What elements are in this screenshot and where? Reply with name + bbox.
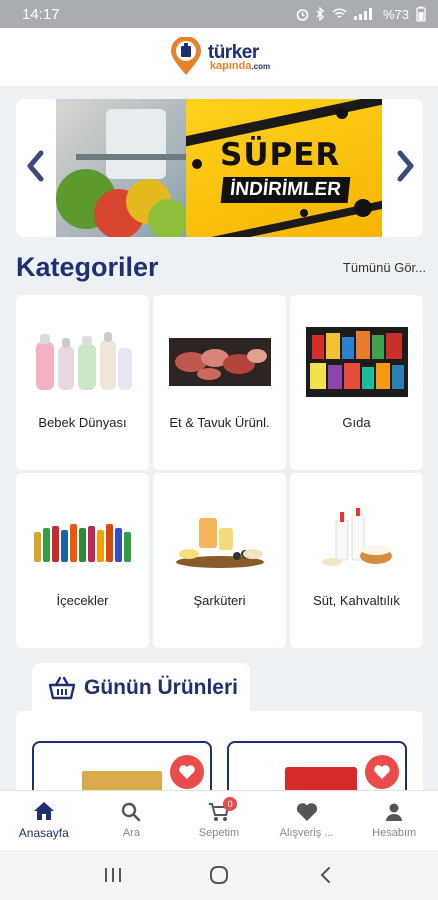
logo-sub-text: kapında.com xyxy=(208,59,271,72)
nav-home[interactable]: Anasayfa xyxy=(0,791,88,850)
heart-icon xyxy=(296,803,317,821)
search-icon xyxy=(122,802,141,822)
category-label: İçecekler xyxy=(56,593,109,608)
categories-header: Kategoriler Tümünü Gör... xyxy=(16,252,426,283)
cart-badge: 0 xyxy=(223,797,238,811)
banner-headline: SÜPER xyxy=(220,137,341,173)
nav-label: Alışveriş ... xyxy=(279,827,334,839)
logo-sub-word: kapında xyxy=(209,59,252,72)
favorite-button[interactable] xyxy=(365,755,399,789)
banner-subline: İNDİRİMLER xyxy=(220,177,351,203)
nav-cart[interactable]: 0 Sepetim xyxy=(175,791,263,850)
category-label: Gıda xyxy=(342,415,371,430)
nav-search[interactable]: Ara xyxy=(88,791,176,850)
meat-image xyxy=(169,338,271,386)
favorite-button[interactable] xyxy=(170,755,204,789)
back-icon xyxy=(320,867,330,883)
category-card-bebek[interactable]: Bebek Dünyası xyxy=(16,295,149,470)
baby-bottles-image xyxy=(36,332,132,390)
logo-pin-icon xyxy=(170,37,201,75)
status-bar: 14:17 %73 xyxy=(0,0,438,28)
logo[interactable]: türker kapında.com xyxy=(168,37,270,77)
categories-title: Kategoriler xyxy=(16,252,159,282)
category-label: Şarküteri xyxy=(193,593,246,608)
alarm-icon xyxy=(296,8,309,21)
signal-icon xyxy=(353,8,372,20)
status-icons: %73 xyxy=(296,6,426,22)
category-card-icecekler[interactable]: İçecekler xyxy=(16,473,149,648)
chevron-left-icon xyxy=(27,150,44,182)
wifi-icon xyxy=(332,8,347,18)
category-label: Bebek Dünyası xyxy=(38,415,127,430)
sale-graphic: SÜPER İNDİRİMLER xyxy=(186,99,382,237)
bottom-navigation: Anasayfa Ara 0 Sepetim Alışveriş ... Hes… xyxy=(0,790,438,850)
nav-label: Anasayfa xyxy=(18,826,69,840)
nav-label: Hesabım xyxy=(372,827,417,839)
app-header: türker kapında.com xyxy=(0,28,438,86)
shopping-cart-photo xyxy=(56,99,186,237)
logo-tld: .com xyxy=(251,61,271,71)
category-label: Et & Tavuk Ürünl. xyxy=(169,415,270,430)
see-all-link[interactable]: Tümünü Gör... xyxy=(343,260,426,275)
bluetooth-icon xyxy=(316,7,324,21)
daily-products-panel xyxy=(16,711,423,801)
category-card-gida[interactable]: Gıda xyxy=(290,295,423,470)
category-card-et-tavuk[interactable]: Et & Tavuk Ürünl. xyxy=(153,295,286,470)
nav-shopping-list[interactable]: Alışveriş ... xyxy=(263,791,351,850)
chevron-right-icon xyxy=(397,150,414,182)
promo-banner-carousel[interactable]: SÜPER İNDİRİMLER xyxy=(16,99,423,237)
home-icon xyxy=(33,802,54,820)
user-icon xyxy=(386,803,403,821)
basket-icon xyxy=(48,676,76,700)
heart-icon xyxy=(374,765,390,779)
status-time: 14:17 xyxy=(22,5,60,23)
category-label: Süt, Kahvaltılık xyxy=(313,593,400,608)
daily-products-tab: Günün Ürünleri xyxy=(32,663,250,713)
nav-label: Ara xyxy=(122,827,140,839)
heart-icon xyxy=(179,765,195,779)
banner-prev-button[interactable] xyxy=(20,143,50,189)
category-card-sut[interactable]: Süt, Kahvaltılık xyxy=(290,473,423,648)
battery-icon xyxy=(416,6,426,22)
banner-next-button[interactable] xyxy=(391,143,421,189)
category-card-sarkuteri[interactable]: Şarküteri xyxy=(153,473,286,648)
nav-label: Sepetim xyxy=(198,827,240,839)
dairy-image xyxy=(322,508,392,566)
daily-products-title: Günün Ürünleri xyxy=(84,676,238,699)
system-navigation-bar xyxy=(0,850,438,900)
groceries-image xyxy=(306,327,408,397)
home-circle-icon xyxy=(210,866,228,884)
deli-image xyxy=(176,518,264,568)
battery-level: %73 xyxy=(382,6,409,22)
nav-account[interactable]: Hesabım xyxy=(350,791,438,850)
category-grid: Bebek Dünyası Et & Tavuk Ürünl. Gıda İçe… xyxy=(16,295,423,648)
back-button[interactable] xyxy=(305,855,345,895)
recent-apps-icon xyxy=(105,868,121,882)
home-button[interactable] xyxy=(199,855,239,895)
promo-banner-image[interactable]: SÜPER İNDİRİMLER xyxy=(56,99,382,237)
recent-apps-button[interactable] xyxy=(93,855,133,895)
beverages-image xyxy=(34,524,131,562)
